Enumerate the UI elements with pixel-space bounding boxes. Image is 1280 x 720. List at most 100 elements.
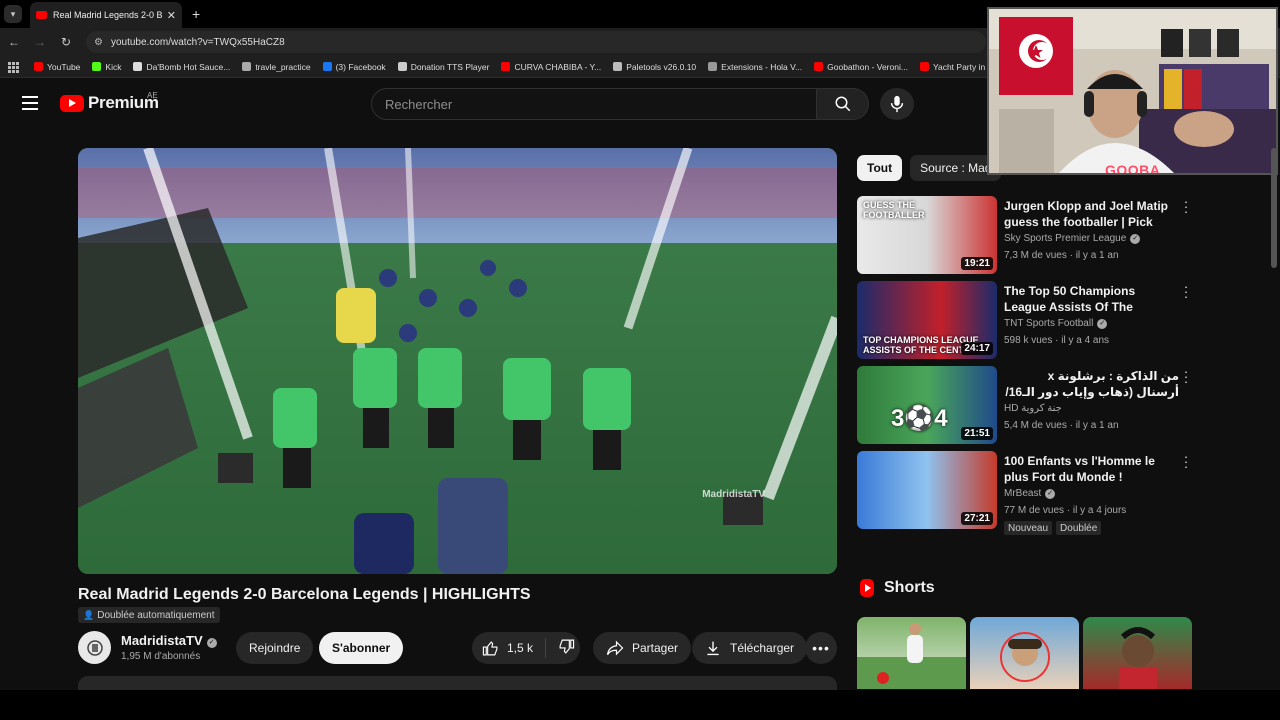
- bookmark-item[interactable]: Goobathon - Veroni...: [814, 62, 908, 72]
- short-image: [1000, 632, 1050, 682]
- voice-search-button[interactable]: [880, 88, 914, 120]
- bookmark-item[interactable]: Extensions - Hola V...: [708, 62, 802, 72]
- bookmark-favicon-icon: [919, 62, 929, 71]
- thumbs-down-icon: [559, 639, 575, 654]
- apps-grid-icon[interactable]: [8, 61, 19, 73]
- recommendation-title[interactable]: 100 Enfants vs l'Homme le plus Fort du M…: [1004, 453, 1179, 485]
- recommendation-title[interactable]: Jurgen Klopp and Joel Matip guess the fo…: [1004, 198, 1179, 232]
- channel-crest-icon: [86, 639, 103, 656]
- search-button[interactable]: [817, 88, 869, 120]
- short-thumbnail[interactable]: [1083, 617, 1192, 689]
- scrollbar-thumb[interactable]: [1271, 148, 1277, 268]
- recommendation-channel[interactable]: Sky Sports Premier League ✓: [1004, 233, 1141, 244]
- channel-row: MadridistaTV ✓ 1,95 M d'abonnés Rejoindre…: [78, 630, 837, 666]
- site-info-icon[interactable]: ⚙: [94, 37, 103, 48]
- youtube-favicon-icon: [36, 11, 47, 19]
- reload-icon[interactable]: ↻: [54, 35, 78, 49]
- like-button[interactable]: 1,5 k: [472, 638, 547, 658]
- forward-arrow-icon[interactable]: →: [28, 35, 52, 49]
- new-tab-button[interactable]: +: [192, 6, 200, 22]
- subscribe-label: S'abonner: [332, 641, 391, 655]
- bookmark-item[interactable]: Paletools v26.0.10: [613, 62, 696, 72]
- more-vertical-icon[interactable]: · · ·: [1183, 195, 1189, 218]
- video-thumbnail[interactable]: 3⚽4 21:51: [857, 366, 997, 444]
- tab-search-button[interactable]: ▾: [4, 5, 22, 23]
- search-input[interactable]: [385, 96, 805, 112]
- bookmark-item[interactable]: YouTube: [34, 62, 80, 72]
- recommendation-channel[interactable]: HD جنة كروية: [1004, 403, 1062, 414]
- download-button[interactable]: Télécharger: [692, 632, 808, 664]
- like-dislike-group: 1,5 k: [472, 632, 580, 664]
- channel-name[interactable]: MadridistaTV ✓: [121, 633, 217, 648]
- video-duration: 21:51: [961, 427, 993, 440]
- short-thumbnail[interactable]: [857, 617, 966, 689]
- dislike-button[interactable]: [546, 638, 575, 658]
- video-badge: Nouveau: [1004, 521, 1053, 535]
- bookmark-item[interactable]: travle_practice: [242, 61, 311, 72]
- chevron-down-icon: ▾: [10, 8, 16, 19]
- bookmark-favicon-icon: [92, 62, 102, 71]
- tab-close-icon[interactable]: ✕: [167, 9, 176, 22]
- recommendation-channel[interactable]: TNT Sports Football ✓: [1004, 318, 1108, 329]
- recommendation-channel[interactable]: MrBeast ✓: [1004, 488, 1056, 499]
- menu-icon[interactable]: [22, 96, 38, 110]
- video-thumbnail[interactable]: GUESS THE FOOTBALLER 19:21: [857, 196, 997, 274]
- bookmark-item[interactable]: CURVA CHABIBA - Y...: [501, 62, 601, 72]
- recommendation-channel-name: TNT Sports Football: [1004, 318, 1094, 329]
- browser-tab-active[interactable]: Real Madrid Legends 2-0 Barcel ✕: [30, 2, 182, 28]
- recommendation-title[interactable]: The Top 50 Champions League Assists Of T…: [1004, 283, 1179, 317]
- join-button[interactable]: Rejoindre: [236, 632, 314, 664]
- video-thumbnail[interactable]: 27:21: [857, 451, 997, 529]
- verified-icon: ✓: [1130, 234, 1141, 244]
- recommendation-item[interactable]: 3⚽4 21:51 من الذاكرة : برشلونة x أرسنال (ذ…: [857, 365, 1192, 444]
- bookmark-label: Extensions - Hola V...: [721, 61, 803, 72]
- video-duration: 27:21: [961, 512, 993, 525]
- more-actions-button[interactable]: •••: [805, 632, 837, 664]
- bookmark-favicon-icon: [242, 62, 252, 71]
- recommendation-title[interactable]: من الذاكرة : برشلونة x أرسنال (ذهاب وإيا…: [1004, 368, 1179, 402]
- video-player[interactable]: MadridistaTV: [78, 148, 837, 574]
- filter-chip[interactable]: Tout: [857, 155, 903, 181]
- recommendation-badges: Nouveau Doublée: [1004, 521, 1105, 535]
- recommendation-item[interactable]: GUESS THE FOOTBALLER 19:21 Jurgen Klopp an…: [857, 195, 1192, 274]
- bookmark-label: travle_practice: [255, 61, 311, 72]
- more-vertical-icon[interactable]: · · ·: [1183, 365, 1189, 388]
- recommendation-item[interactable]: TOP CHAMPIONS LEAGUE ASSISTS OF THE CENT…: [857, 280, 1192, 359]
- video-frame: [78, 148, 837, 574]
- address-bar[interactable]: ⚙ youtube.com/watch?v=TWQx55HaCZ8: [86, 31, 986, 53]
- youtube-premium-logo[interactable]: Premium: [60, 93, 159, 113]
- bookmark-label: CURVA CHABIBA - Y...: [514, 61, 602, 72]
- bookmark-item[interactable]: (3) Facebook: [322, 62, 386, 72]
- recommendation-channel-name: Sky Sports Premier League: [1004, 233, 1127, 244]
- back-arrow-icon[interactable]: ←: [2, 35, 26, 49]
- webcam-feed: [989, 9, 1276, 173]
- share-button[interactable]: Partager: [593, 632, 692, 664]
- recommendation-channel-name: MrBeast: [1004, 488, 1042, 499]
- verified-icon: ✓: [1097, 319, 1108, 329]
- share-label: Partager: [632, 641, 679, 655]
- verified-icon: ✓: [1045, 489, 1056, 499]
- video-watermark: MadridistaTV: [702, 489, 765, 500]
- subscribe-button[interactable]: S'abonner: [319, 632, 404, 664]
- bookmark-item[interactable]: Da'Bomb Hot Sauce...: [133, 62, 230, 72]
- region-code: AE: [147, 91, 158, 100]
- bookmark-favicon-icon: [397, 62, 407, 71]
- short-thumbnail[interactable]: [970, 617, 1079, 689]
- bookmark-label: Goobathon - Veroni...: [827, 61, 908, 72]
- page-scrollbar[interactable]: [1268, 128, 1280, 690]
- recommendation-item[interactable]: 27:21 100 Enfants vs l'Homme le plus Fort…: [857, 450, 1192, 535]
- more-vertical-icon[interactable]: · · ·: [1183, 280, 1189, 303]
- bookmark-item[interactable]: Kick: [92, 62, 121, 72]
- video-duration: 24:17: [961, 342, 993, 355]
- video-title: Real Madrid Legends 2-0 Barcelona Legend…: [78, 586, 531, 603]
- video-thumbnail[interactable]: TOP CHAMPIONS LEAGUE ASSISTS OF THE CENT…: [857, 281, 997, 359]
- auto-dubbed-label: Doublée automatiquement: [97, 609, 215, 621]
- webcam-overlay: GOOBA: [987, 7, 1278, 175]
- search-box: [371, 88, 817, 120]
- bookmark-label: Kick: [105, 61, 122, 72]
- more-vertical-icon[interactable]: · · ·: [1183, 450, 1189, 473]
- microphone-icon: [890, 95, 904, 113]
- channel-avatar[interactable]: [78, 631, 111, 664]
- bookmark-item[interactable]: Donation TTS Player: [397, 62, 489, 72]
- channel-name-text: MadridistaTV: [121, 633, 203, 648]
